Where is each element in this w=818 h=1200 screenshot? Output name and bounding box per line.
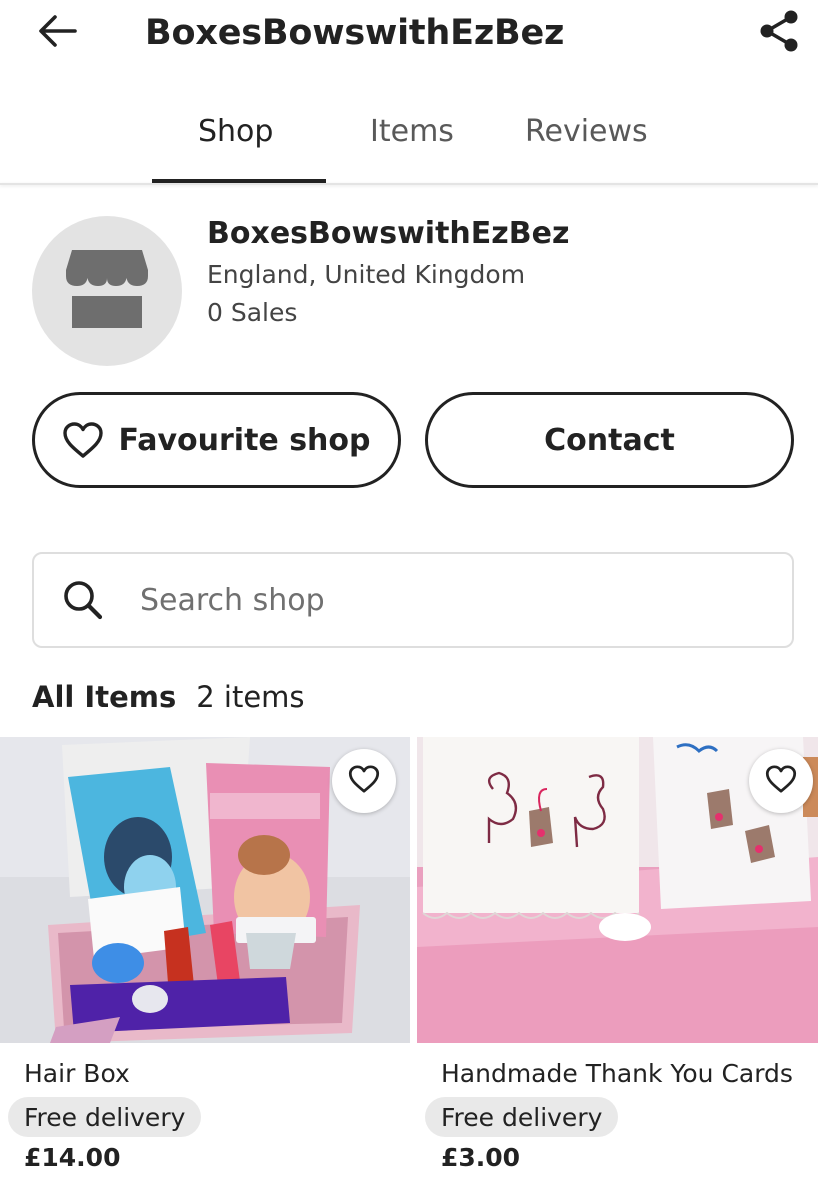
tab-items[interactable]: Items — [370, 114, 454, 149]
heart-icon — [765, 764, 797, 798]
items-count: 2 items — [196, 680, 305, 714]
contact-label: Contact — [544, 422, 675, 458]
favourite-shop-label: Favourite shop — [118, 422, 371, 458]
shop-sales-count: 0 Sales — [207, 298, 298, 327]
back-button[interactable] — [30, 10, 84, 56]
search-box[interactable] — [32, 552, 794, 648]
share-button[interactable] — [752, 6, 806, 60]
listing-card[interactable]: Handmade Thank You Cards Free delivery £… — [417, 737, 818, 1200]
tab-reviews[interactable]: Reviews — [525, 114, 648, 149]
listing-price: £14.00 — [24, 1143, 121, 1172]
heart-icon — [62, 421, 104, 459]
free-delivery-badge: Free delivery — [8, 1097, 202, 1137]
favourite-listing-button[interactable] — [749, 749, 813, 813]
contact-button[interactable]: Contact — [425, 392, 794, 488]
storefront-icon — [64, 246, 150, 336]
listing-title[interactable]: Handmade Thank You Cards — [441, 1059, 793, 1088]
favourite-listing-button[interactable] — [332, 749, 396, 813]
items-section-title: All Items — [32, 680, 177, 714]
arrow-left-icon — [37, 14, 77, 52]
shop-name: BoxesBowswithEzBez — [207, 216, 570, 251]
heart-icon — [348, 764, 380, 798]
share-icon — [758, 9, 800, 57]
favourite-shop-button[interactable]: Favourite shop — [32, 392, 401, 488]
items-heading: All Items 2 items — [32, 680, 305, 714]
search-input[interactable] — [140, 582, 700, 618]
shop-avatar — [32, 216, 182, 366]
listing-card[interactable]: Hair Box Free delivery £14.00 — [0, 737, 410, 1200]
tabs-divider — [0, 183, 818, 185]
free-delivery-badge: Free delivery — [425, 1097, 619, 1137]
app-bar: BoxesBowswithEzBez — [0, 0, 818, 80]
tab-bar: Shop Items Reviews — [0, 96, 818, 184]
tab-shop[interactable]: Shop — [198, 114, 273, 149]
listing-price: £3.00 — [441, 1143, 521, 1172]
shop-location: England, United Kingdom — [207, 260, 526, 289]
search-icon — [60, 577, 106, 623]
app-title: BoxesBowswithEzBez — [145, 13, 565, 53]
listing-title[interactable]: Hair Box — [24, 1059, 130, 1088]
